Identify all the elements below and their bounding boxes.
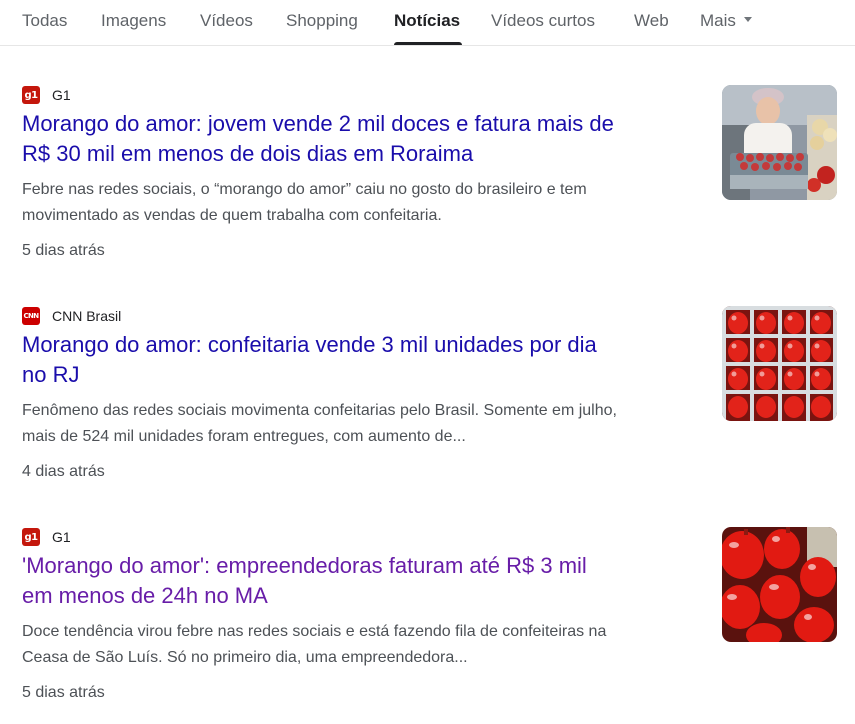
g1-logo-icon: g1 — [22, 86, 40, 104]
result-title-link[interactable]: Morango do amor: jovem vende 2 mil doces… — [22, 109, 712, 169]
cnn-logo-icon: CNN — [22, 307, 40, 325]
result-date: 5 dias atrás — [22, 684, 105, 701]
snippet-line: Fenômeno das redes sociais movimenta con… — [22, 402, 617, 419]
tab-mais[interactable]: Mais — [700, 9, 752, 33]
snippet-line: movimentado as vendas de quem trabalha c… — [22, 207, 442, 224]
search-tabs: Todas Imagens Vídeos Shopping Notícias V… — [0, 0, 855, 46]
result-snippet: Fenômeno das redes sociais movimenta con… — [22, 398, 682, 450]
title-line: 'Morango do amor': empreendedoras fatura… — [22, 553, 587, 578]
tab-videos-curtos[interactable]: Vídeos curtos — [491, 9, 595, 33]
title-line: em menos de 24h no MA — [22, 583, 268, 608]
result-title-link[interactable]: 'Morango do amor': empreendedoras fatura… — [22, 551, 712, 611]
source-row[interactable]: g1 G1 — [22, 86, 71, 104]
title-line: no RJ — [22, 362, 80, 387]
chevron-down-icon — [743, 17, 752, 23]
title-line: Morango do amor: jovem vende 2 mil doces… — [22, 111, 614, 136]
source-name: CNN Brasil — [52, 308, 122, 324]
title-line: R$ 30 mil em menos de dois dias em Rorai… — [22, 141, 474, 166]
tab-todas[interactable]: Todas — [22, 9, 67, 33]
result-snippet: Febre nas redes sociais, o “morango do a… — [22, 177, 682, 229]
g1-logo-icon: g1 — [22, 528, 40, 546]
tab-mais-label: Mais — [700, 11, 736, 30]
snippet-line: Doce tendência virou febre nas redes soc… — [22, 623, 607, 640]
active-tab-indicator — [394, 42, 462, 45]
source-row[interactable]: CNN CNN Brasil — [22, 307, 121, 325]
snippet-line: mais de 524 mil unidades foram entregues… — [22, 428, 466, 445]
tab-web[interactable]: Web — [634, 9, 669, 33]
source-name: G1 — [52, 87, 71, 103]
tab-imagens[interactable]: Imagens — [101, 9, 166, 33]
source-name: G1 — [52, 529, 71, 545]
result-title-link[interactable]: Morango do amor: confeitaria vende 3 mil… — [22, 330, 712, 390]
result-thumbnail[interactable] — [722, 85, 837, 200]
title-line: Morango do amor: confeitaria vende 3 mil… — [22, 332, 597, 357]
thumbnail-image-candied-strawberries — [722, 527, 837, 642]
result-thumbnail[interactable] — [722, 527, 837, 642]
result-snippet: Doce tendência virou febre nas redes soc… — [22, 619, 682, 671]
thumbnail-image-woman-strawberries — [722, 85, 837, 200]
thumbnail-image-strawberry-trays — [722, 306, 837, 421]
snippet-line: Ceasa de São Luís. Só no primeiro dia, u… — [22, 649, 468, 666]
tab-noticias[interactable]: Notícias — [394, 9, 460, 33]
tab-videos[interactable]: Vídeos — [200, 9, 253, 33]
source-row[interactable]: g1 G1 — [22, 528, 71, 546]
result-date: 5 dias atrás — [22, 242, 105, 259]
snippet-line: Febre nas redes sociais, o “morango do a… — [22, 181, 587, 198]
result-date: 4 dias atrás — [22, 463, 105, 480]
result-thumbnail[interactable] — [722, 306, 837, 421]
tab-shopping[interactable]: Shopping — [286, 9, 358, 33]
